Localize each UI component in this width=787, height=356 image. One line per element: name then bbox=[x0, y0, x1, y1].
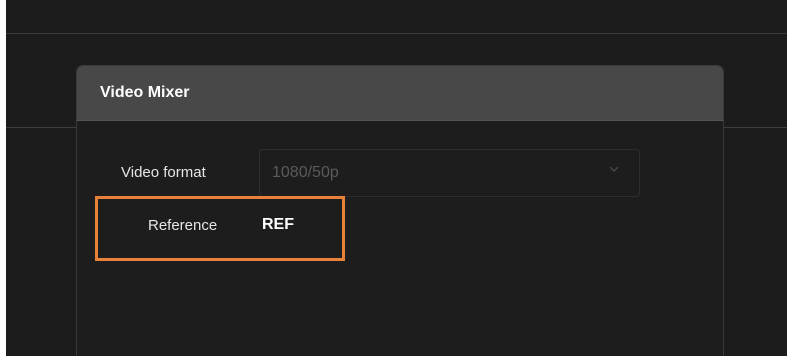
video-format-select[interactable]: 1080/50p bbox=[259, 149, 640, 197]
chevron-down-icon bbox=[609, 166, 619, 172]
background-divider-left bbox=[6, 127, 76, 128]
highlight-box bbox=[95, 196, 345, 261]
panel-title: Video Mixer bbox=[100, 84, 190, 101]
video-format-label: Video format bbox=[121, 164, 206, 181]
top-divider bbox=[6, 33, 787, 34]
panel-header: Video Mixer bbox=[77, 66, 723, 121]
background-divider-right bbox=[722, 127, 787, 128]
app-background: Video Mixer Video format 1080/50p Refere… bbox=[6, 0, 787, 356]
video-format-value: 1080/50p bbox=[272, 164, 339, 181]
